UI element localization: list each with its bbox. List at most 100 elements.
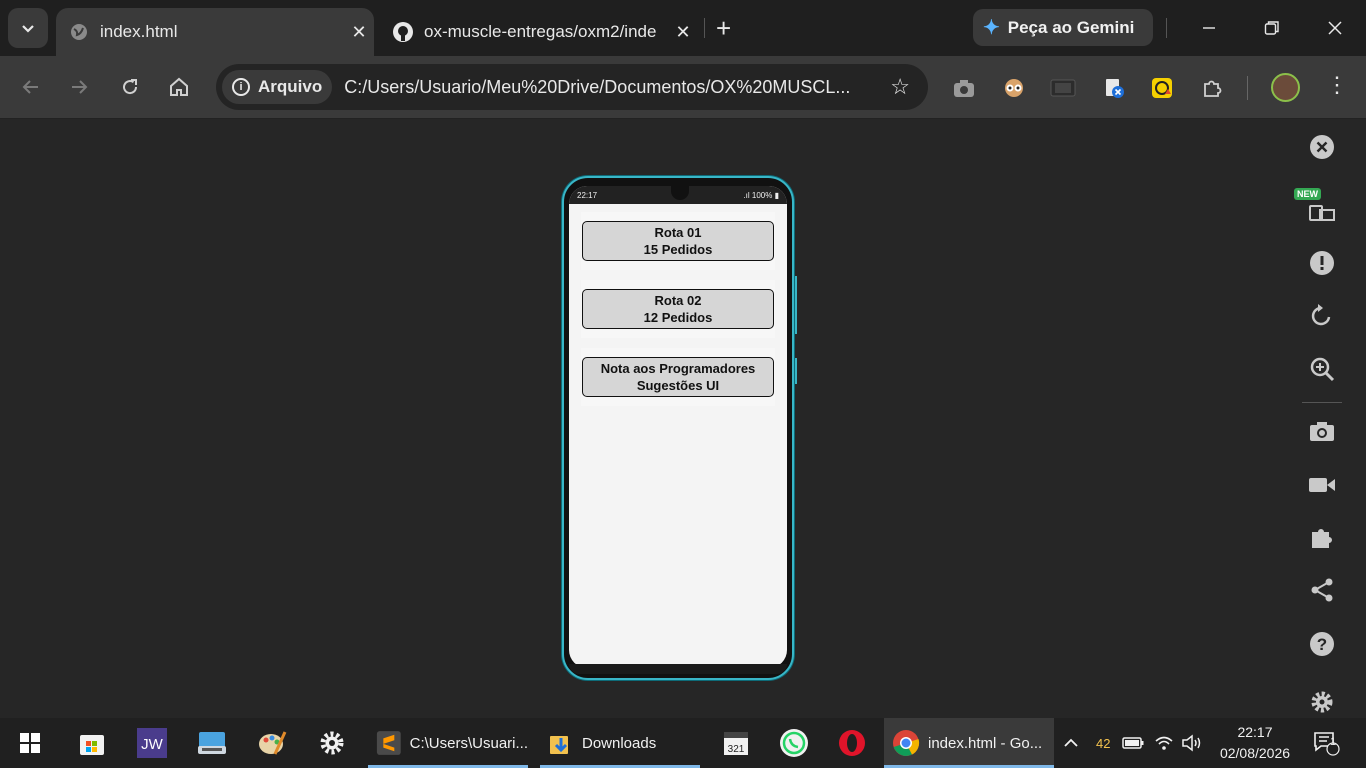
screenshot-button[interactable] <box>1306 415 1338 447</box>
alert-icon <box>1310 251 1334 275</box>
excel-extension-button[interactable] <box>1100 74 1128 102</box>
close-emulator-button[interactable] <box>1306 131 1338 163</box>
home-button[interactable] <box>162 70 196 104</box>
share-icon <box>1311 578 1333 602</box>
volume-tray-icon[interactable] <box>1181 718 1205 768</box>
taskbar-downloads-window[interactable]: Downloads <box>540 718 700 768</box>
status-time: 22:17 <box>577 190 598 200</box>
whatsapp-app[interactable] <box>774 718 814 768</box>
zoom-button[interactable] <box>1306 353 1338 385</box>
keyboard-icon <box>198 732 226 754</box>
button-line1: Rota 01 <box>654 225 702 240</box>
keyboard-app[interactable] <box>192 718 232 768</box>
tab-search-button[interactable] <box>8 8 48 48</box>
forward-arrow-icon <box>72 80 88 94</box>
tab-github[interactable]: ox-muscle-entregas/oxm2/inde ✕ <box>380 8 698 56</box>
back-button[interactable] <box>14 70 48 104</box>
extensions-button[interactable] <box>1198 74 1226 102</box>
battery-percent: 100% <box>751 190 773 200</box>
sidebar-separator <box>1302 402 1342 403</box>
settings-button[interactable] <box>1306 688 1338 716</box>
new-tab-button[interactable]: + <box>716 14 731 42</box>
alert-button[interactable] <box>1306 247 1338 279</box>
extensions-sidebar-button[interactable] <box>1306 521 1338 553</box>
window-separator <box>1166 18 1167 38</box>
taskbar-app-label: C:\Users\Usuari... <box>409 734 528 752</box>
gemini-button[interactable]: ✦ Peça ao Gemini <box>973 9 1153 46</box>
site-info-chip[interactable]: i Arquivo <box>222 70 333 104</box>
security-chip-label: Arquivo <box>258 77 323 96</box>
calendar-app[interactable]: 321 <box>716 718 756 768</box>
document-x-icon <box>1106 79 1124 98</box>
record-button[interactable] <box>1306 469 1338 501</box>
back-arrow-icon <box>22 80 38 94</box>
rotate-button[interactable] <box>1306 300 1338 332</box>
restore-icon <box>1264 21 1279 35</box>
settings-app[interactable] <box>312 718 352 768</box>
profile-avatar[interactable] <box>1271 73 1300 102</box>
taskbar-chrome-window[interactable]: index.html - Go... <box>884 718 1054 768</box>
reload-button[interactable] <box>113 70 147 104</box>
bookmark-star-icon[interactable]: ☆ <box>890 74 910 100</box>
svg-text:?: ? <box>1317 635 1327 654</box>
jw-app[interactable]: JW <box>132 718 172 768</box>
rota-02-button[interactable]: Rota 02 12 Pedidos <box>582 289 774 329</box>
taskbar-clock[interactable]: 22:17 02/08/2026 <box>1212 722 1298 764</box>
tray-overflow-button[interactable] <box>1062 718 1080 768</box>
store-app[interactable] <box>72 718 112 768</box>
video-icon <box>1309 478 1335 492</box>
tab-separator <box>704 18 705 38</box>
camera-icon <box>1310 422 1334 441</box>
nota-programadores-button[interactable]: Nota aos Programadores Sugestões UI <box>582 357 774 397</box>
chevron-down-icon <box>22 25 34 33</box>
button-line2: Sugestões UI <box>636 378 720 393</box>
device-toggle-button[interactable] <box>1306 194 1338 226</box>
button-line1: Nota aos Programadores <box>600 361 756 376</box>
rotate-icon <box>1311 304 1331 326</box>
eyes-extension-button[interactable] <box>1000 74 1028 102</box>
svg-text:JW: JW <box>141 736 164 753</box>
help-button[interactable]: ? <box>1306 628 1338 660</box>
screenshot-extension-button[interactable] <box>950 74 978 102</box>
forward-button[interactable] <box>62 70 96 104</box>
close-tab-icon[interactable]: ✕ <box>344 22 374 43</box>
help-icon: ? <box>1310 632 1334 656</box>
tray-temperature[interactable]: 42 <box>1096 718 1110 768</box>
sublime-icon <box>376 731 401 755</box>
url-text[interactable]: C:/Users/Usuario/Meu%20Drive/Documentos/… <box>344 77 874 98</box>
tab-bar: index.html ✕ ox-muscle-entregas/oxm2/ind… <box>0 0 1366 56</box>
address-bar[interactable]: i Arquivo C:/Users/Usuario/Meu%20Drive/D… <box>216 64 928 110</box>
notification-center-button[interactable]: 1 <box>1312 718 1340 768</box>
start-button[interactable] <box>8 718 52 768</box>
eyes-icon <box>1005 79 1023 97</box>
battery-icon <box>1122 737 1144 749</box>
battery-icon: ▮ <box>774 190 779 200</box>
close-tab-icon[interactable]: ✕ <box>668 22 698 43</box>
share-button[interactable] <box>1306 574 1338 606</box>
battery-tray-icon[interactable] <box>1122 718 1144 768</box>
zoom-icon <box>1310 357 1335 382</box>
window-resize-icon <box>1050 79 1076 97</box>
paint-app[interactable] <box>252 718 292 768</box>
windows-taskbar: JW C:\Users\Usuari... Downloads 321 inde… <box>0 718 1366 768</box>
taskbar-sublime-window[interactable]: C:\Users\Usuari... <box>368 718 528 768</box>
warning-extension-button[interactable] <box>1148 74 1176 102</box>
restore-button[interactable] <box>1249 10 1295 46</box>
route-card: Rota 02 12 Pedidos <box>581 280 775 338</box>
rota-01-button[interactable]: Rota 01 15 Pedidos <box>582 221 774 261</box>
menu-kebab-icon[interactable]: ⋮ <box>1326 72 1348 98</box>
signal-icon: .ıl <box>743 190 750 200</box>
minimize-button[interactable] <box>1186 10 1232 46</box>
puzzle-icon <box>1312 529 1332 548</box>
folder-icon <box>550 736 568 754</box>
opera-app[interactable] <box>832 718 872 768</box>
close-circle-icon <box>1310 135 1334 159</box>
wifi-tray-icon[interactable] <box>1154 718 1174 768</box>
close-window-button[interactable] <box>1312 10 1358 46</box>
camera-icon <box>954 80 974 97</box>
phone-power-button <box>794 358 797 384</box>
windows-logo-icon <box>20 733 40 753</box>
tab-index-html[interactable]: index.html ✕ <box>56 8 374 56</box>
status-indicators: .ıl 100% ▮ <box>743 191 779 200</box>
window-extension-button[interactable] <box>1049 74 1077 102</box>
